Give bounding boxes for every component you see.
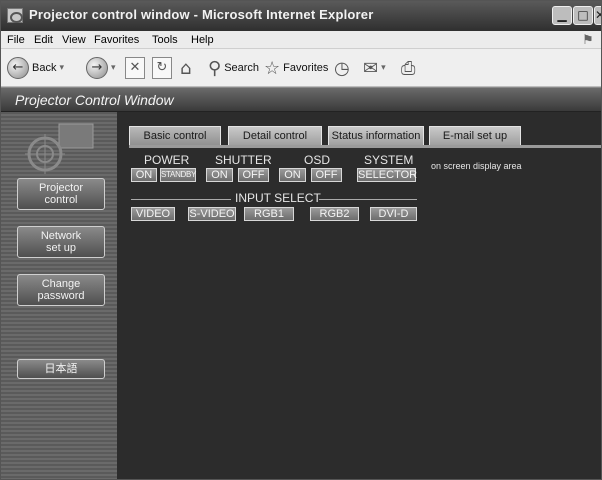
power-on-button[interactable]: ON — [131, 168, 157, 182]
favorites-label: Favorites — [283, 62, 329, 74]
refresh-icon: ↻ — [152, 57, 172, 79]
window-title: Projector control window - Microsoft Int… — [29, 7, 374, 22]
menu-file[interactable]: File — [7, 34, 25, 46]
search-icon: ⚲ — [208, 57, 222, 79]
title-bar: Projector control window - Microsoft Int… — [1, 1, 601, 31]
forward-arrow-icon: → — [86, 57, 108, 79]
forward-button[interactable]: → ▾ — [86, 55, 116, 81]
history-icon: ◷ — [334, 57, 350, 79]
mail-button[interactable]: ✉ ▾ — [363, 55, 386, 81]
sidebar-item-label-line1: Change — [41, 278, 81, 290]
system-selector-button[interactable]: SELECTOR — [357, 168, 417, 182]
input-video-button[interactable]: VIDEO — [131, 207, 175, 221]
osd-off-button[interactable]: OFF — [311, 168, 342, 182]
sidebar-item-label: 日本語 — [44, 363, 78, 375]
input-select-rule-left — [131, 199, 231, 200]
sidebar: Projector control Network set up Change … — [1, 112, 117, 479]
home-button[interactable]: ⌂ — [180, 55, 191, 81]
refresh-button[interactable]: ↻ — [152, 55, 172, 81]
menu-edit[interactable]: Edit — [34, 34, 53, 46]
osd-area-text: on screen display area — [431, 161, 522, 171]
search-label: Search — [224, 62, 260, 74]
sidebar-item-label-line2: password — [37, 290, 85, 302]
sidebar-item-network-set-up[interactable]: Network set up — [17, 226, 105, 258]
sidebar-item-label: Change password — [37, 278, 84, 302]
menu-bar: File Edit View Favorites Tools Help ⚑ — [1, 31, 601, 49]
tab-underline — [129, 145, 601, 148]
browser-toolbar: ← Back ▾ → ▾ ✕ ↻ ⌂ ⚲ Search ☆ Favorites … — [1, 49, 601, 87]
menu-tools[interactable]: Tools — [152, 34, 178, 46]
back-dropdown-icon[interactable]: ▾ — [59, 63, 64, 73]
input-dvi-d-button[interactable]: DVI-D — [370, 207, 417, 221]
mail-icon: ✉ — [363, 57, 379, 79]
sidebar-item-label-line2: control — [44, 194, 78, 206]
power-standby-button[interactable]: STANDBY — [160, 168, 196, 182]
back-arrow-icon: ← — [7, 57, 29, 79]
search-button[interactable]: ⚲ Search — [208, 55, 259, 81]
sidebar-item-label: Projector control — [39, 182, 83, 206]
shutter-label: SHUTTER — [215, 153, 272, 167]
input-select-label: INPUT SELECT — [235, 191, 321, 205]
input-rgb1-button[interactable]: RGB1 — [244, 207, 294, 221]
osd-label: OSD — [304, 153, 331, 167]
input-select-rule-right — [319, 199, 417, 200]
forward-dropdown-icon[interactable]: ▾ — [111, 63, 116, 73]
print-icon: ⎙ — [401, 57, 416, 79]
windows-flag-icon: ⚑ — [582, 32, 594, 47]
sidebar-item-projector-control[interactable]: Projector control — [17, 178, 105, 210]
osd-on-button[interactable]: ON — [279, 168, 306, 182]
favorites-button[interactable]: ☆ Favorites — [264, 55, 328, 81]
tab-basic-control[interactable]: Basic control — [129, 126, 221, 146]
page-header: Projector Control Window — [1, 87, 601, 112]
sidebar-item-change-password[interactable]: Change password — [17, 274, 105, 306]
mail-dropdown-icon[interactable]: ▾ — [381, 63, 386, 73]
sidebar-item-japanese[interactable]: 日本語 — [17, 359, 105, 379]
ie-app-icon — [7, 8, 23, 23]
sidebar-item-label-line2: set up — [46, 242, 76, 254]
back-button[interactable]: ← Back ▾ — [7, 55, 64, 81]
menu-view[interactable]: View — [62, 34, 86, 46]
tab-email-set-up[interactable]: E-mail set up — [429, 126, 521, 146]
sidebar-item-label-line1: Network — [40, 230, 82, 242]
maximize-icon[interactable]: □ — [573, 6, 593, 25]
tab-status-information[interactable]: Status information — [328, 126, 424, 146]
shutter-on-button[interactable]: ON — [206, 168, 233, 182]
page-title: Projector Control Window — [15, 92, 174, 108]
menu-help[interactable]: Help — [191, 34, 214, 46]
browser-window: Projector control window - Microsoft Int… — [0, 0, 602, 480]
back-label: Back — [32, 62, 57, 74]
history-button[interactable]: ◷ — [334, 55, 350, 81]
stop-icon: ✕ — [125, 57, 145, 79]
sidebar-item-label: Network set up — [41, 230, 81, 254]
power-label: POWER — [144, 153, 190, 167]
close-icon[interactable]: ✕ — [594, 6, 601, 25]
tab-detail-control[interactable]: Detail control — [228, 126, 322, 146]
minimize-icon[interactable]: ▁ — [552, 6, 572, 25]
home-icon: ⌂ — [180, 57, 192, 79]
sidebar-item-label-line1: Projector — [38, 182, 84, 194]
star-icon: ☆ — [264, 57, 281, 79]
input-s-video-button[interactable]: S-VIDEO — [188, 207, 236, 221]
stop-button[interactable]: ✕ — [125, 55, 145, 81]
projector-logo-icon — [25, 123, 94, 174]
main-content: Basic control Detail control Status info… — [117, 112, 601, 479]
shutter-off-button[interactable]: OFF — [238, 168, 269, 182]
system-label: SYSTEM — [364, 153, 414, 167]
input-rgb2-button[interactable]: RGB2 — [310, 207, 359, 221]
print-button[interactable]: ⎙ — [401, 55, 415, 81]
menu-favorites[interactable]: Favorites — [94, 34, 139, 46]
